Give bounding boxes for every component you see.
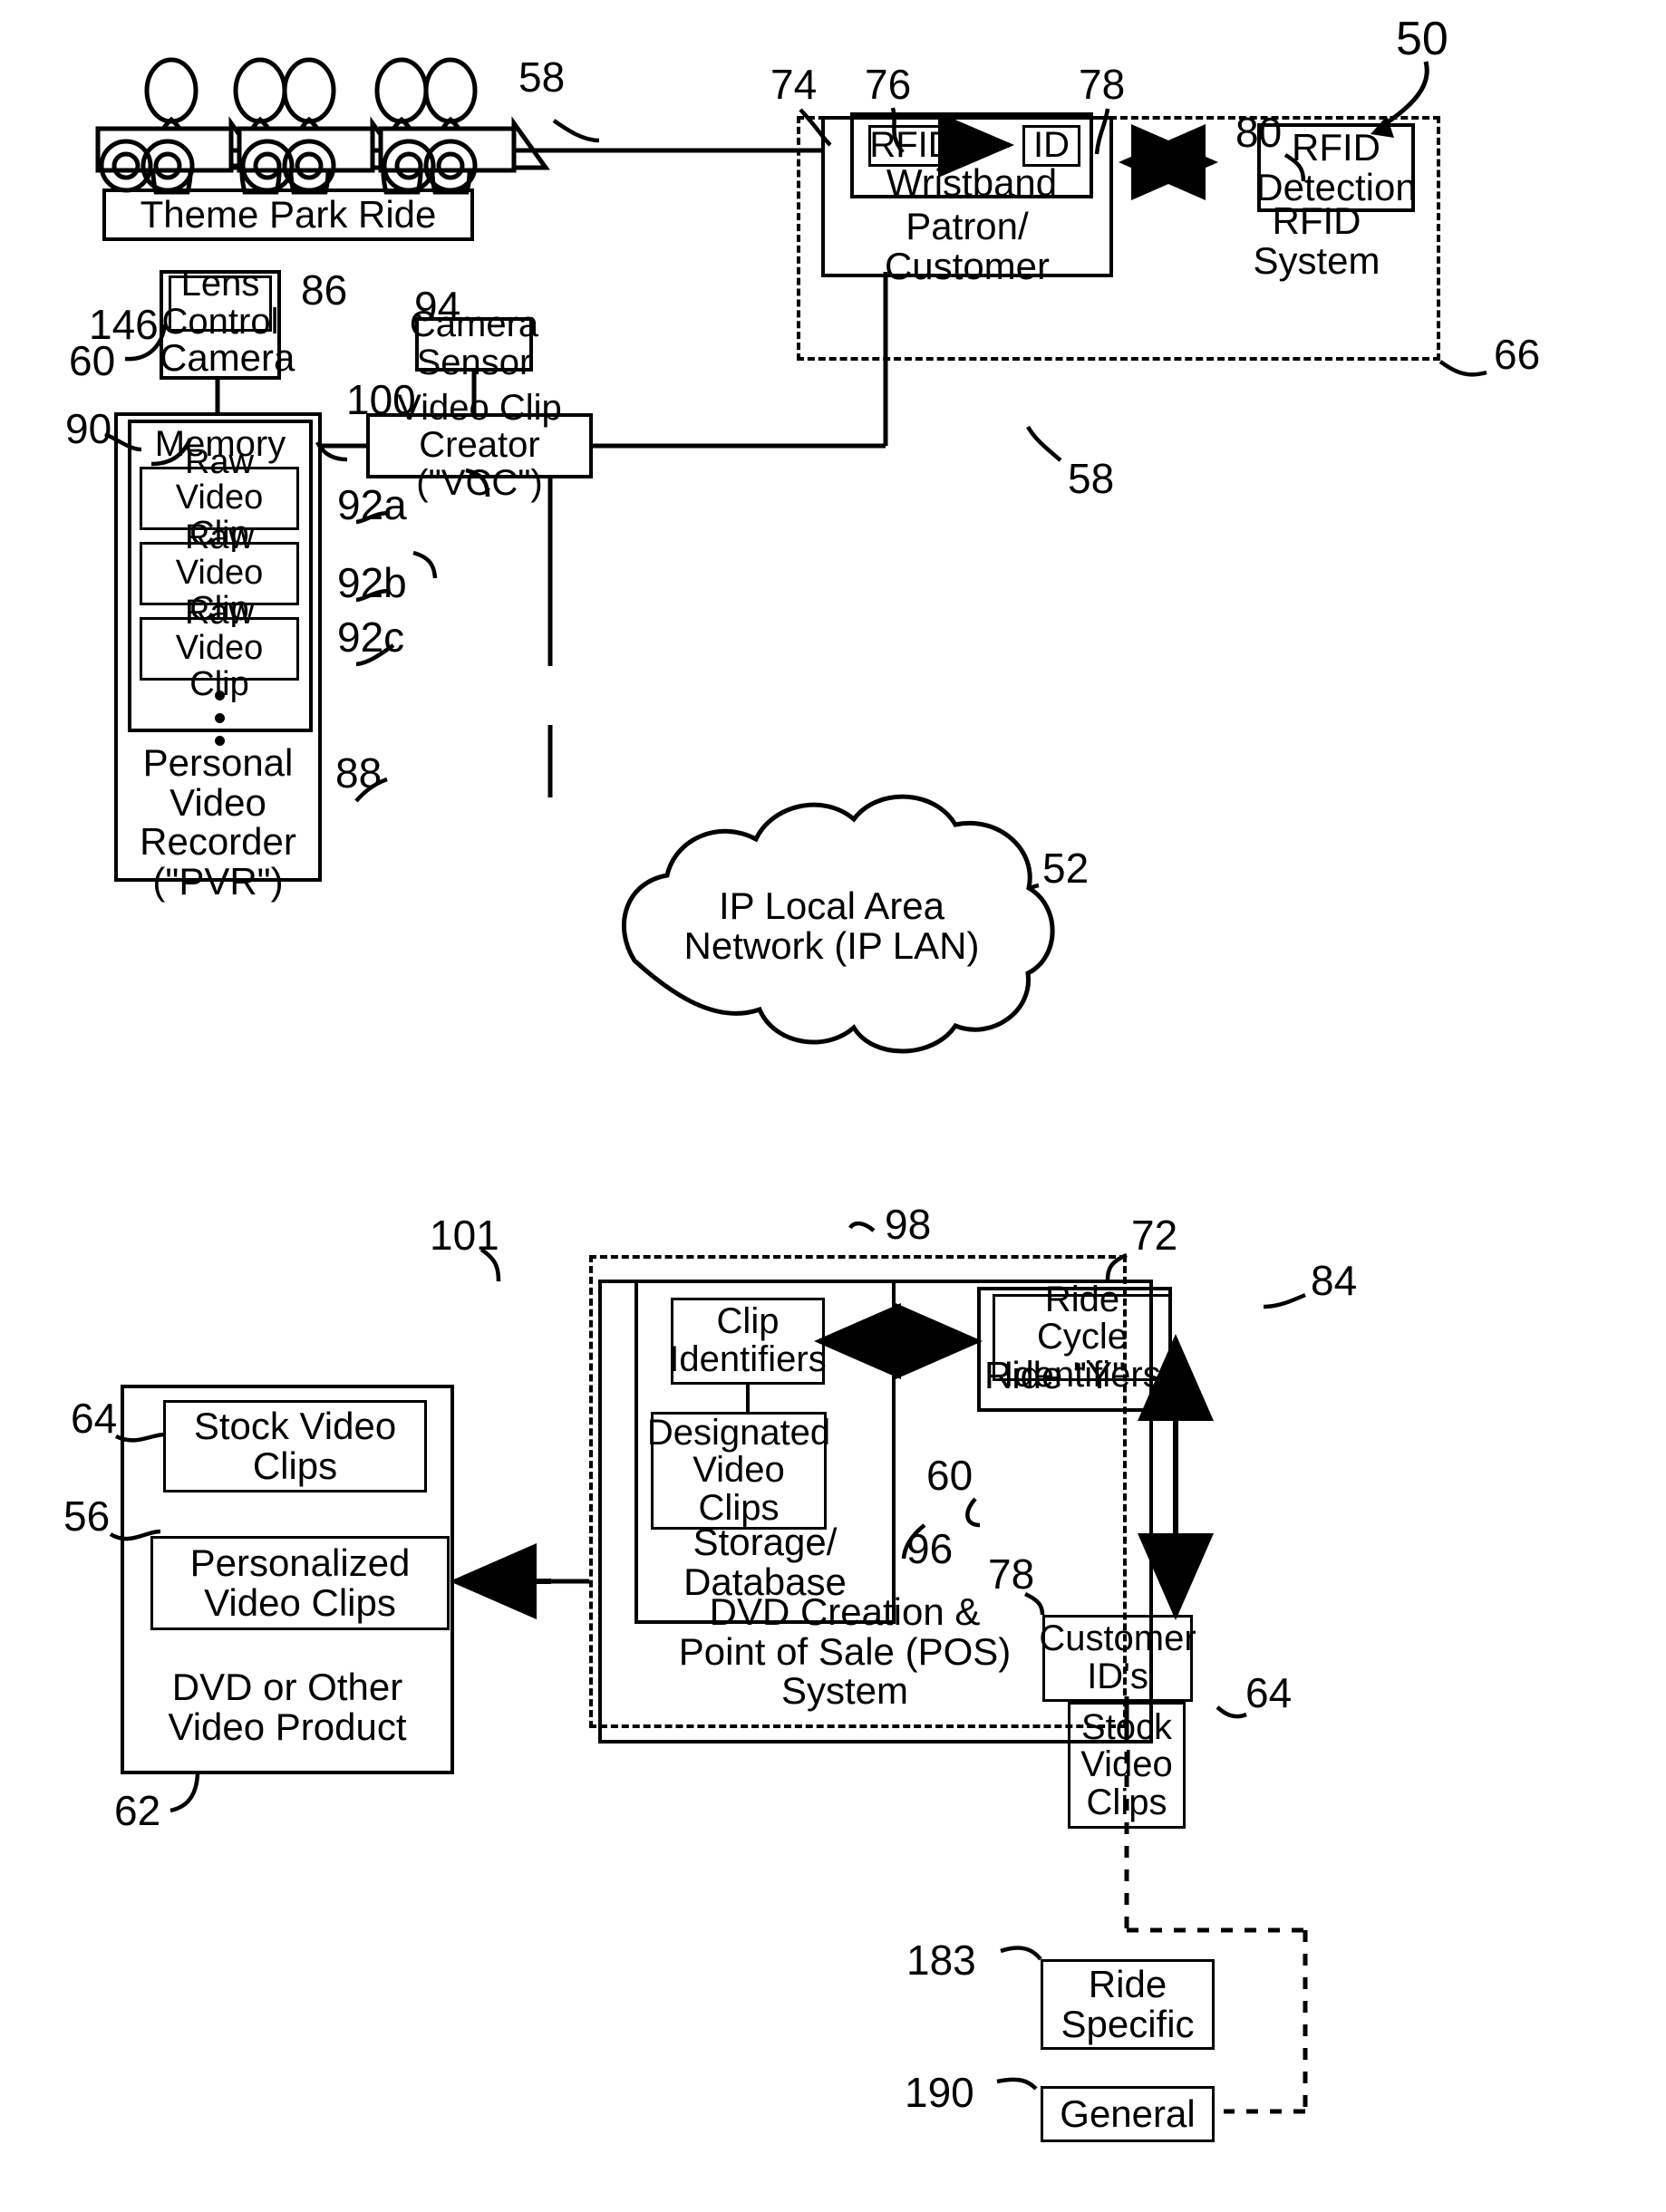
ref-62: 62 bbox=[114, 1787, 161, 1834]
memory-ellipsis bbox=[215, 691, 225, 746]
clip-to-designated-link bbox=[746, 1385, 750, 1414]
general-label: General bbox=[1060, 2092, 1196, 2136]
clip-identifiers-label: Clip Identifiers bbox=[669, 1301, 827, 1379]
raw-video-clip-3: Raw Video Clip bbox=[140, 594, 299, 701]
ref-52: 52 bbox=[1042, 845, 1090, 892]
storage-database-label: Storage/ Database bbox=[683, 1521, 847, 1603]
customer-ids-box: Customer ID's bbox=[1039, 1615, 1196, 1702]
pos-outline-right bbox=[1149, 1280, 1153, 1744]
theme-park-ride-box: Theme Park Ride bbox=[102, 188, 474, 241]
pos-outline-left bbox=[598, 1280, 602, 1744]
pos-stock-video-clips-box: Stock Video Clips bbox=[1068, 1702, 1186, 1829]
ref-78-customer-ids: 78 bbox=[988, 1550, 1035, 1598]
ref-96: 96 bbox=[906, 1525, 954, 1572]
customer-ids-label: Customer ID's bbox=[1039, 1618, 1196, 1696]
personalized-video-clips-label: Personalized Video Clips bbox=[189, 1541, 411, 1624]
ref-190: 190 bbox=[905, 2069, 974, 2116]
designated-video-clips-label: Designated Video Clips bbox=[646, 1412, 831, 1528]
ref-92a: 92a bbox=[337, 481, 407, 528]
ref-50-system: 50 bbox=[1396, 13, 1448, 65]
lens-control-box: Lens Control bbox=[162, 266, 279, 341]
ref-78: 78 bbox=[1079, 61, 1126, 108]
pos-stock-video-clips-label: Stock Video Clips bbox=[1080, 1706, 1173, 1822]
dvd-product-label: DVD or Other Video Product bbox=[168, 1666, 407, 1748]
ref-88: 88 bbox=[335, 749, 383, 797]
clip-identifiers-box: Clip Identifiers bbox=[669, 1298, 827, 1385]
rfid-system-label: RFID System bbox=[1253, 199, 1380, 282]
ref-58-car: 58 bbox=[518, 53, 566, 101]
ref-146: 146 bbox=[89, 301, 159, 348]
ref-183: 183 bbox=[906, 1937, 976, 1984]
ref-84: 84 bbox=[1311, 1257, 1358, 1304]
ref-98: 98 bbox=[885, 1201, 932, 1248]
theme-park-ride-label: Theme Park Ride bbox=[140, 193, 437, 237]
dvd-stock-video-clips-label: Stock Video Clips bbox=[193, 1405, 397, 1487]
lens-control-label: Lens Control bbox=[161, 264, 279, 342]
ref-90: 90 bbox=[65, 405, 112, 452]
ref-80: 80 bbox=[1235, 109, 1283, 156]
ref-58-patron: 58 bbox=[1068, 455, 1115, 502]
ride-cycle-identifiers-label: Ride Cycle Identifiers bbox=[1003, 1279, 1161, 1395]
ref-72: 72 bbox=[1131, 1212, 1178, 1259]
ref-64-dvd: 64 bbox=[71, 1395, 118, 1442]
pos-outline-bottom bbox=[598, 1740, 1153, 1744]
camera-label: Camera bbox=[160, 336, 295, 379]
pvr-label: Personal Video Recorder ("PVR") bbox=[140, 741, 296, 903]
ref-92c: 92c bbox=[337, 613, 405, 661]
ip-lan-label: IP Local Area Network (IP LAN) bbox=[683, 884, 980, 967]
raw-video-clip-3-label: Raw Video Clip bbox=[175, 593, 264, 703]
ref-64-pos: 64 bbox=[1245, 1669, 1293, 1716]
ref-92b: 92b bbox=[337, 559, 407, 606]
ride-cycle-identifiers-box: Ride Cycle Identifiers bbox=[993, 1280, 1172, 1394]
ref-74: 74 bbox=[770, 61, 818, 108]
dvd-stock-video-clips-box: Stock Video Clips bbox=[163, 1400, 427, 1492]
designated-video-clips-box: Designated Video Clips bbox=[647, 1412, 830, 1530]
ref-56: 56 bbox=[63, 1492, 111, 1540]
ref-101: 101 bbox=[430, 1212, 499, 1259]
personalized-video-clips-box: Personalized Video Clips bbox=[150, 1536, 450, 1630]
ride-specific-box: Ride Specific bbox=[1041, 1959, 1215, 2050]
general-box: General bbox=[1041, 2086, 1215, 2142]
reference-leaders bbox=[104, 61, 1487, 2091]
ride-train bbox=[95, 57, 821, 195]
ref-86: 86 bbox=[301, 266, 348, 314]
ride-specific-label: Ride Specific bbox=[1061, 1963, 1195, 2045]
pos-outline-top bbox=[598, 1280, 1153, 1283]
ref-76: 76 bbox=[865, 61, 912, 108]
ref-60-ride-y: 60 bbox=[926, 1452, 973, 1499]
ref-100: 100 bbox=[346, 376, 416, 423]
ref-66: 66 bbox=[1494, 331, 1541, 378]
ref-94: 94 bbox=[414, 283, 461, 330]
